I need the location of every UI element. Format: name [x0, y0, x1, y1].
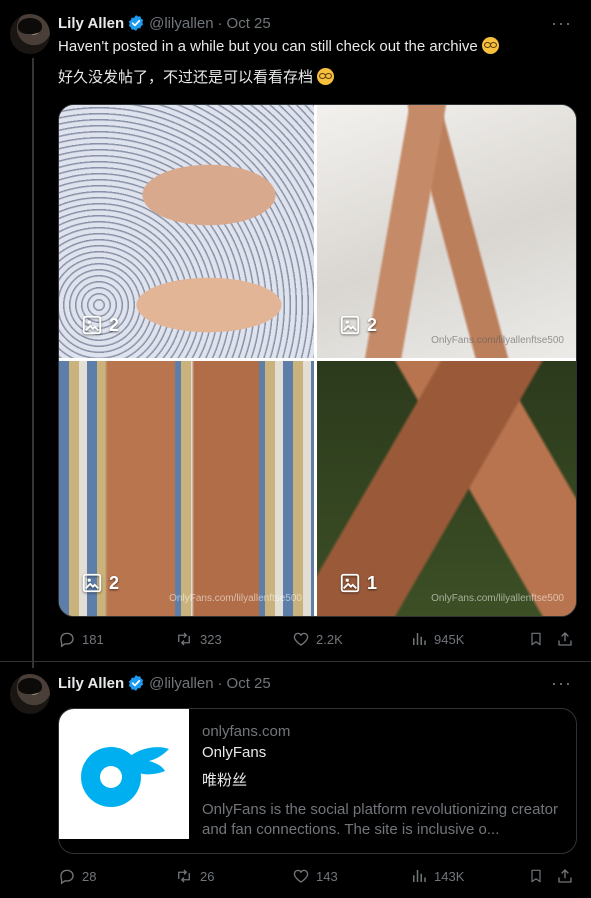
- bookmark-icon: [531, 869, 541, 883]
- heart-icon: [293, 869, 309, 883]
- image-count-badge: 2: [339, 314, 377, 336]
- separator: ·: [217, 674, 223, 692]
- tweet-header: Lily Allen @lilyallen · Oct 25: [58, 13, 271, 33]
- separator: ·: [217, 14, 223, 32]
- image-icon: [82, 315, 102, 335]
- nerd-face-emoji-icon: [317, 68, 335, 85]
- card-title: OnlyFans: [202, 744, 267, 761]
- tweet-date[interactable]: Oct 25: [227, 675, 271, 692]
- watermark: OnlyFans.com/lilyallenftse500: [169, 593, 302, 604]
- like-button[interactable]: 2.2K: [292, 630, 343, 648]
- reply-count: 28: [82, 868, 97, 884]
- tweet[interactable]: Lily Allen @lilyallen · Oct 25 ··· onlyf…: [0, 661, 591, 898]
- image-count: 1: [367, 572, 378, 593]
- image-icon: [82, 573, 102, 593]
- share-button[interactable]: [556, 867, 574, 885]
- reply-icon: [60, 632, 74, 648]
- tweet-text: Haven't posted in a while but you can st…: [58, 37, 499, 55]
- bookmark-button[interactable]: [528, 630, 544, 648]
- repost-button[interactable]: 323: [174, 630, 222, 648]
- author-handle[interactable]: @lilyallen: [149, 15, 213, 32]
- more-options-icon[interactable]: ···: [551, 674, 571, 697]
- tweet-translation: 好久没发帖了，不过还是可以看看存档: [58, 66, 335, 87]
- view-count: 945K: [434, 631, 465, 647]
- card-subtitle: 唯粉丝: [202, 772, 248, 789]
- card-description: OnlyFans is the social platform revoluti…: [202, 801, 558, 838]
- like-button[interactable]: 143: [292, 867, 338, 885]
- repost-icon: [178, 632, 190, 646]
- like-count: 2.2K: [316, 631, 343, 647]
- repost-button[interactable]: 26: [174, 867, 214, 885]
- reply-count: 181: [82, 631, 104, 647]
- media-image[interactable]: 1 OnlyFans.com/lilyallenftse500: [317, 361, 576, 616]
- reply-button[interactable]: 181: [58, 630, 104, 648]
- repost-icon: [178, 869, 190, 883]
- image-count: 2: [109, 572, 120, 593]
- share-button[interactable]: [556, 630, 574, 648]
- view-count: 143K: [434, 868, 465, 884]
- author-name[interactable]: Lily Allen: [58, 15, 124, 32]
- views-chart-icon: [413, 870, 426, 882]
- link-preview-card[interactable]: onlyfans.com OnlyFans 唯粉丝 OnlyFans is th…: [58, 708, 577, 854]
- more-options-icon[interactable]: ···: [551, 14, 571, 37]
- onlyfans-logo-icon: [81, 747, 169, 807]
- image-count: 2: [367, 314, 378, 335]
- views-button[interactable]: 143K: [410, 867, 464, 885]
- author-name[interactable]: Lily Allen: [58, 675, 124, 692]
- image-count: 2: [109, 314, 120, 335]
- tweet-text-en: Haven't posted in a while but you can st…: [58, 38, 478, 55]
- avatar[interactable]: [10, 674, 50, 714]
- thread-line: [32, 58, 34, 668]
- bookmark-icon: [531, 632, 541, 646]
- image-count-badge: 2: [81, 314, 119, 336]
- tweet-header: Lily Allen @lilyallen · Oct 25: [58, 673, 271, 693]
- tweet[interactable]: Lily Allen @lilyallen · Oct 25 ··· Haven…: [0, 0, 591, 668]
- views-chart-icon: [413, 633, 426, 645]
- bookmark-button[interactable]: [528, 867, 544, 885]
- reply-button[interactable]: 28: [58, 867, 96, 885]
- card-domain: onlyfans.com: [202, 723, 291, 740]
- card-body: onlyfans.com OnlyFans 唯粉丝 OnlyFans is th…: [202, 723, 567, 840]
- share-icon: [558, 869, 572, 883]
- repost-count: 26: [200, 868, 215, 884]
- tweet-date[interactable]: Oct 25: [227, 15, 271, 32]
- avatar[interactable]: [10, 14, 50, 54]
- watermark: OnlyFans.com/lilyallenftse500: [431, 593, 564, 604]
- image-count-badge: 1: [339, 572, 377, 594]
- nerd-face-emoji-icon: [481, 37, 499, 54]
- onlyfans-logo: [59, 709, 189, 839]
- share-icon: [558, 632, 572, 646]
- media-image[interactable]: 2 OnlyFans.com/lilyallenftse500: [317, 105, 576, 358]
- reply-icon: [60, 869, 74, 885]
- image-icon: [340, 573, 360, 593]
- views-button[interactable]: 945K: [410, 630, 464, 648]
- image-icon: [340, 315, 360, 335]
- author-handle[interactable]: @lilyallen: [149, 675, 213, 692]
- media-image[interactable]: 2: [59, 105, 314, 358]
- action-bar: 181 323 2.2K 945K: [58, 629, 578, 649]
- action-bar: 28 26 143 143K: [58, 866, 578, 886]
- image-count-badge: 2: [81, 572, 119, 594]
- heart-icon: [293, 632, 309, 646]
- media-grid: 2 2 OnlyFans.com/lilyallenftse500 2 Only…: [58, 104, 577, 617]
- repost-count: 323: [200, 631, 222, 647]
- verified-badge-icon: [129, 675, 144, 691]
- media-image[interactable]: 2 OnlyFans.com/lilyallenftse500: [59, 361, 314, 616]
- watermark: OnlyFans.com/lilyallenftse500: [431, 335, 564, 346]
- like-count: 143: [316, 868, 338, 884]
- verified-badge-icon: [129, 15, 144, 31]
- tweet-text-zh: 好久没发帖了，不过还是可以看看存档: [58, 69, 314, 86]
